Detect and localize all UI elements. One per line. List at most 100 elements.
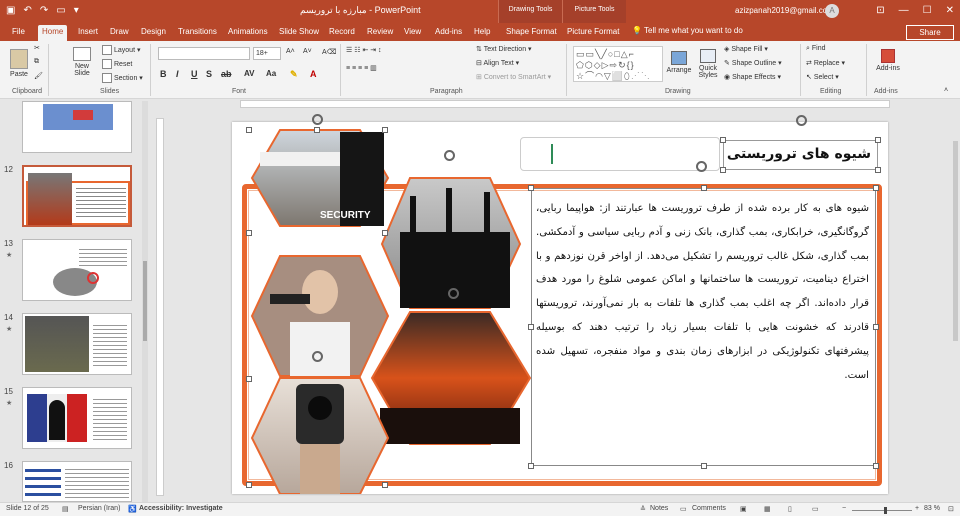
resize-handle[interactable] [246,230,252,236]
rotate-handle-icon[interactable] [444,150,455,161]
resize-handle[interactable] [701,185,707,191]
rotate-handle-icon[interactable] [448,288,459,299]
zoom-in-icon[interactable]: + [915,505,919,512]
highlight-icon[interactable]: ✎ [290,69,298,80]
resize-handle[interactable] [720,137,726,143]
slideshow-view-icon[interactable]: ▭ [812,505,819,513]
resize-handle[interactable] [873,324,879,330]
decrease-font-icon[interactable]: A˅ [303,48,312,55]
scroll-thumb[interactable] [953,141,958,341]
spellcheck-icon[interactable]: ▤ [62,505,69,513]
maximize-icon[interactable]: ☐ [923,2,932,20]
title-textbox[interactable]: شیوه های تروریستی [723,140,878,170]
zoom-slider[interactable] [852,510,912,511]
fit-slide-icon[interactable]: ⊡ [948,505,954,513]
tab-view[interactable]: View [400,25,425,41]
tab-add-ins[interactable]: Add-ins [431,25,466,41]
customize-qat-icon[interactable]: ▾ [74,4,79,18]
rotate-handle-icon[interactable] [796,115,807,126]
resize-handle[interactable] [875,167,881,173]
resize-handle[interactable] [528,185,534,191]
comments-button[interactable]: Comments [692,505,726,512]
align-icons[interactable]: ≡ ≡ ≡ ≡ ▥ [346,64,377,72]
resize-handle[interactable] [701,463,707,469]
quick-styles-button[interactable]: Quick Styles [696,49,720,79]
shape-outline-button[interactable]: ✎ Shape Outline ▾ [724,59,782,67]
start-slideshow-icon[interactable]: ▭ [56,4,65,18]
align-text-button[interactable]: ⊟ Align Text ▾ [476,59,519,67]
text-direction-button[interactable]: ⇅ Text Direction ▾ [476,45,532,53]
hexagon-picture-collage[interactable]: SECURITY [240,122,540,494]
strikethrough-button[interactable]: ab [221,69,232,79]
redo-icon[interactable]: ↷ [40,4,48,18]
find-button[interactable]: ⌕ Find [806,45,826,53]
resize-handle[interactable] [246,127,252,133]
collapse-ribbon-icon[interactable]: ˄ [944,87,948,94]
hex-gun-image[interactable] [250,377,390,494]
tab-home[interactable]: Home [38,25,68,41]
save-icon[interactable]: ▣ [6,4,15,18]
user-email[interactable]: azizpanah2019@gmail.com [735,6,834,15]
scroll-thumb[interactable] [143,261,147,341]
tab-insert[interactable]: Insert [74,25,102,41]
tab-file[interactable]: File [8,25,29,41]
ribbon-display-icon[interactable]: ⊡ [876,2,884,20]
select-button[interactable]: ↖ Select ▾ [806,73,839,81]
resize-handle[interactable] [528,463,534,469]
change-case-icon[interactable]: Aa [266,69,276,78]
notes-button[interactable]: Notes [650,505,668,512]
zoom-level[interactable]: 83 % [924,505,940,512]
slide-thumbnail-selected[interactable] [22,165,132,227]
thumbnail-scrollbar[interactable] [142,101,148,502]
tab-review[interactable]: Review [363,25,397,41]
font-name-box[interactable] [158,47,250,60]
tab-shape-format[interactable]: Shape Format [502,25,561,41]
tab-picture-format[interactable]: Picture Format [563,25,623,41]
increase-font-icon[interactable]: A˄ [286,48,295,55]
underline-button[interactable]: U [191,69,198,79]
tab-draw[interactable]: Draw [106,25,133,41]
add-ins-button[interactable]: Add-ins [872,49,904,72]
tab-help[interactable]: Help [470,25,494,41]
zoom-slider-knob[interactable] [884,507,887,514]
minimize-icon[interactable]: — [899,2,909,20]
tab-transitions[interactable]: Transitions [174,25,221,41]
format-painter-icon[interactable]: 🖌 [34,72,43,80]
copy-icon[interactable]: ⧉ [34,58,39,66]
slide-thumbnail[interactable] [22,313,132,375]
font-color-icon[interactable]: A [310,69,317,79]
resize-handle[interactable] [873,463,879,469]
char-spacing-icon[interactable]: AV [244,69,255,78]
font-size-box[interactable]: 18+ [253,47,281,60]
resize-handle[interactable] [382,230,388,236]
rotate-handle-icon[interactable] [312,351,323,362]
tab-slide-show[interactable]: Slide Show [275,25,323,41]
shape-fill-button[interactable]: ◈ Shape Fill ▾ [724,45,768,53]
section-button[interactable]: Section ▾ [102,73,143,83]
convert-smartart-button[interactable]: ⊞ Convert to SmartArt ▾ [476,73,551,81]
replace-button[interactable]: ⇄ Replace ▾ [806,59,845,67]
layout-button[interactable]: Layout ▾ [102,45,141,55]
shapes-gallery[interactable]: ▭▭╲╱○□△⌐ ⬠⬡◇▷⇨↻{} ☆⌒◠▽⬜⬯⋰⋱ [573,46,663,82]
bullets-icon[interactable]: ☰ ☷ ⇤ ⇥ ↕ [346,46,382,54]
accessibility-status[interactable]: Accessibility: Investigate [139,505,223,512]
hex-security-image[interactable]: SECURITY [250,129,390,227]
resize-handle[interactable] [382,127,388,133]
tab-record[interactable]: Record [325,25,359,41]
language-indicator[interactable]: Persian (Iran) [78,505,120,512]
resize-handle[interactable] [382,482,388,488]
paste-button[interactable]: Paste [6,49,32,78]
italic-button[interactable]: I [176,69,179,79]
editor-scrollbar[interactable] [951,101,960,502]
reset-button[interactable]: Reset [102,59,132,69]
tab-design[interactable]: Design [137,25,170,41]
reading-view-icon[interactable]: ▯ [788,505,792,513]
undo-icon[interactable]: ↶ [23,4,31,18]
share-button[interactable]: Share [906,25,954,40]
hex-explosion-image[interactable] [370,311,532,445]
tell-me-search[interactable]: 💡 Tell me what you want to do [632,26,743,35]
slide-thumbnail[interactable] [22,461,132,502]
resize-handle[interactable] [246,376,252,382]
slide-sorter-icon[interactable]: ▦ [764,505,771,513]
rotate-handle-icon[interactable] [312,114,323,125]
